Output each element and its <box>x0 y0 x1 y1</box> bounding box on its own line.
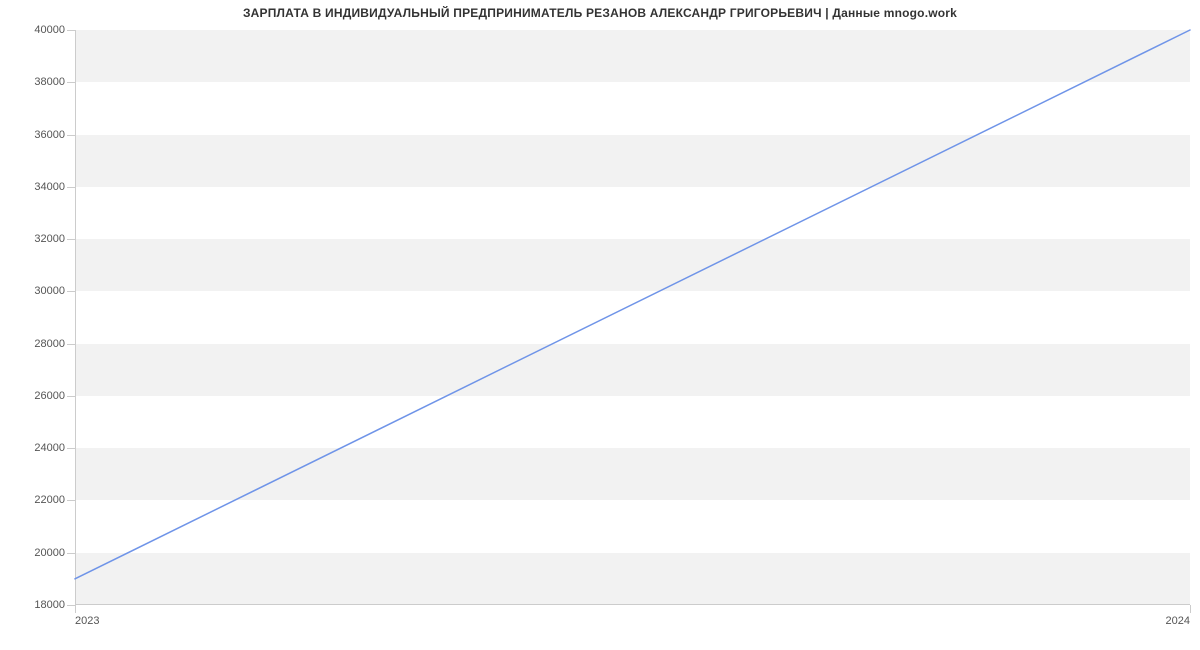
series-line <box>75 30 1190 579</box>
y-tick-label: 26000 <box>34 390 65 402</box>
x-tick <box>1190 605 1191 613</box>
y-tick-label: 22000 <box>34 494 65 506</box>
y-tick <box>67 605 75 606</box>
chart-container: ЗАРПЛАТА В ИНДИВИДУАЛЬНЫЙ ПРЕДПРИНИМАТЕЛ… <box>0 0 1200 650</box>
y-tick <box>67 135 75 136</box>
y-tick <box>67 396 75 397</box>
y-tick <box>67 500 75 501</box>
y-tick-label: 40000 <box>34 24 65 36</box>
y-tick <box>67 82 75 83</box>
y-tick <box>67 344 75 345</box>
series-layer <box>75 30 1190 605</box>
y-tick <box>67 448 75 449</box>
x-tick-label: 2023 <box>75 615 99 627</box>
y-tick <box>67 187 75 188</box>
chart-title: ЗАРПЛАТА В ИНДИВИДУАЛЬНЫЙ ПРЕДПРИНИМАТЕЛ… <box>0 6 1200 20</box>
y-tick-label: 18000 <box>34 599 65 611</box>
y-tick <box>67 30 75 31</box>
y-tick-label: 34000 <box>34 181 65 193</box>
y-tick-label: 38000 <box>34 76 65 88</box>
y-tick-label: 24000 <box>34 442 65 454</box>
y-tick-label: 36000 <box>34 129 65 141</box>
x-tick <box>75 605 76 613</box>
y-tick <box>67 239 75 240</box>
x-tick-label: 2024 <box>1166 615 1190 627</box>
y-tick-label: 20000 <box>34 547 65 559</box>
plot-area: 1800020000220002400026000280003000032000… <box>75 30 1190 605</box>
y-tick <box>67 291 75 292</box>
y-tick-label: 28000 <box>34 338 65 350</box>
y-tick <box>67 553 75 554</box>
y-tick-label: 32000 <box>34 233 65 245</box>
y-tick-label: 30000 <box>34 285 65 297</box>
